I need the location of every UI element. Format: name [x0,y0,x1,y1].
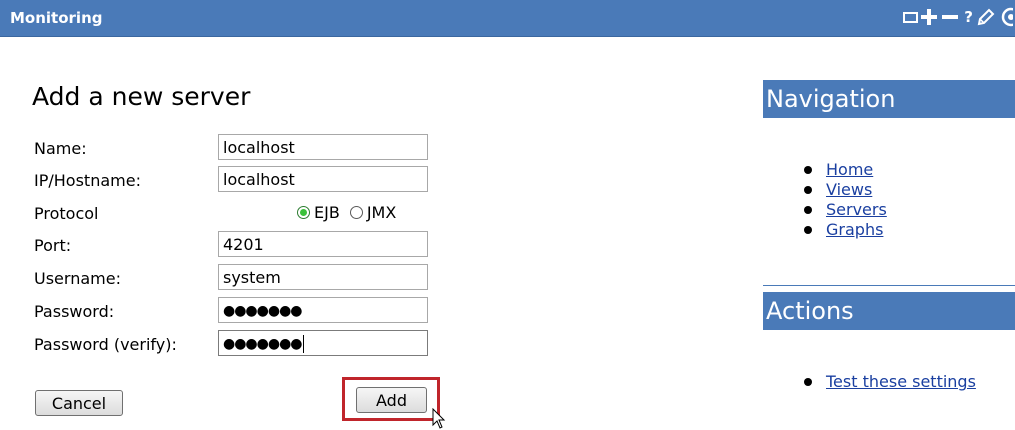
host-label: IP/Hostname: [34,171,141,190]
port-row: Port: [0,231,720,259]
name-input[interactable] [218,134,428,160]
port-input[interactable] [218,231,428,257]
page-title: Add a new server [32,82,251,111]
panel-divider [763,285,1015,286]
protocol-ejb-label[interactable]: EJB [314,203,340,222]
action-item-test: Test these settings [800,372,976,392]
gear-icon[interactable] [999,7,1013,27]
protocol-radio-group: EJB JMX [297,203,406,222]
minus-icon[interactable] [942,15,959,19]
username-row: Username: [0,264,720,292]
password-verify-label: Password (verify): [34,335,177,354]
password-input[interactable]: ●●●●●●● [218,297,428,323]
test-settings-link[interactable]: Test these settings [826,372,976,391]
restore-icon[interactable] [903,11,919,23]
plus-icon[interactable] [921,9,938,25]
host-row: IP/Hostname: [0,166,720,194]
window-titlebar: Monitoring ? [0,0,1015,37]
nav-link-graphs[interactable]: Graphs [826,220,883,239]
help-icon[interactable]: ? [964,8,973,26]
password-label: Password: [34,302,115,321]
actions-list: Test these settings [800,372,976,392]
pencil-icon[interactable] [976,7,996,27]
protocol-label: Protocol [34,204,99,223]
nav-link-home[interactable]: Home [826,160,873,179]
actions-header: Actions [763,292,1015,330]
text-caret [302,334,304,353]
password-mask: ●●●●●●● [223,303,303,319]
name-row: Name: [0,134,720,162]
password-verify-row: Password (verify): ●●●●●●● [0,330,720,358]
port-label: Port: [34,236,72,255]
username-input[interactable] [218,264,428,290]
nav-link-views[interactable]: Views [826,180,872,199]
navigation-list: Home Views Servers Graphs [800,160,887,240]
window-tools: ? [903,2,1015,32]
protocol-jmx-radio[interactable] [349,206,363,219]
window-title: Monitoring [10,9,103,27]
password-verify-input[interactable]: ●●●●●●● [218,330,428,356]
protocol-row: Protocol EJB JMX [0,199,720,227]
navigation-header: Navigation [763,80,1015,118]
password-row: Password: ●●●●●●● [0,297,720,325]
password-verify-mask: ●●●●●●● [223,336,303,352]
nav-item-servers: Servers [800,200,887,220]
username-label: Username: [34,269,121,288]
add-button[interactable]: Add [356,387,427,413]
nav-link-servers[interactable]: Servers [826,200,887,219]
host-input[interactable] [218,166,428,192]
mouse-cursor-icon [432,408,446,429]
protocol-ejb-radio[interactable] [297,206,310,219]
nav-item-home: Home [800,160,887,180]
protocol-jmx-label[interactable]: JMX [367,203,396,222]
cancel-button[interactable]: Cancel [35,390,123,416]
nav-item-views: Views [800,180,887,200]
name-label: Name: [34,139,87,158]
nav-item-graphs: Graphs [800,220,887,240]
